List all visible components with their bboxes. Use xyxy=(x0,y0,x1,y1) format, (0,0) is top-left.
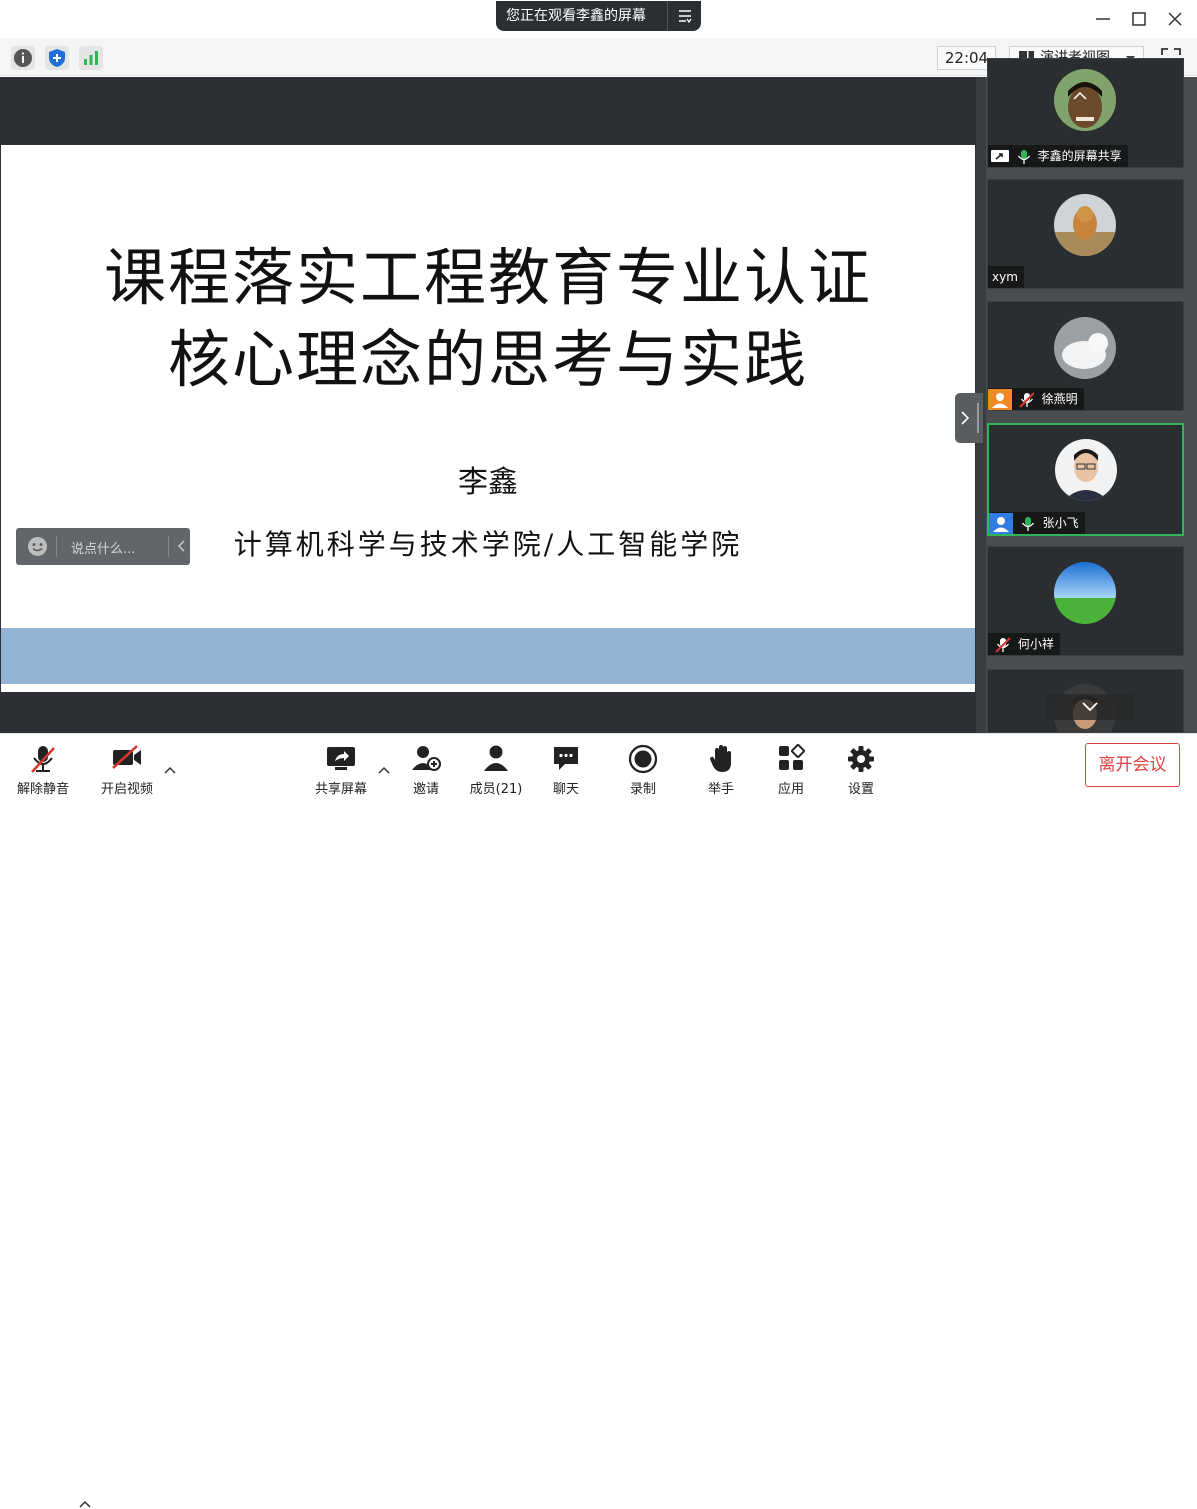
shared-screen-stage: 课程落实工程教育专业认证 核心理念的思考与实践 李鑫 计算机科学与技术学院/人工… xyxy=(0,77,976,733)
participant-tile[interactable]: 徐燕明 xyxy=(987,301,1184,411)
participant-name-bar: 何小祥 xyxy=(988,633,1060,655)
participants-button[interactable]: 成员(21) xyxy=(466,734,526,800)
banner-menu-icon[interactable] xyxy=(667,1,701,31)
chat-icon xyxy=(554,747,578,770)
maximize-icon[interactable] xyxy=(1129,9,1149,29)
chevron-left-icon[interactable] xyxy=(178,540,186,552)
collapse-gallery-button[interactable] xyxy=(955,393,983,443)
mic-on-icon xyxy=(1021,516,1034,531)
record-icon xyxy=(628,744,658,774)
apps-label: 应用 xyxy=(777,782,804,797)
avatar xyxy=(1054,194,1116,256)
chevron-up-icon[interactable] xyxy=(79,1499,91,1509)
participant-name: 徐燕明 xyxy=(1041,392,1078,406)
mic-muted-icon xyxy=(31,746,55,773)
start-video-button[interactable]: 开启视频 xyxy=(94,734,160,800)
participant-name: 李鑫的屏幕共享 xyxy=(1037,149,1122,163)
share-screen-icon xyxy=(327,747,355,770)
minimize-icon[interactable] xyxy=(1093,9,1113,29)
participant-tile[interactable]: 李鑫的屏幕共享 xyxy=(987,58,1184,168)
chevron-up-icon[interactable] xyxy=(378,765,390,775)
info-icon[interactable] xyxy=(11,46,35,70)
participant-name: 张小飞 xyxy=(1042,516,1079,530)
participant-tile[interactable]: xym xyxy=(987,179,1184,289)
settings-button[interactable]: 设置 xyxy=(833,734,889,800)
user-icon xyxy=(989,512,1013,534)
participants-icon xyxy=(484,745,508,771)
raise-hand-label: 举手 xyxy=(707,782,734,797)
mic-on-icon xyxy=(1017,149,1030,164)
security-shield-icon[interactable] xyxy=(45,46,69,70)
slide-author: 李鑫 xyxy=(458,465,518,500)
participant-name-bar: 徐燕明 xyxy=(988,388,1084,410)
record-label: 录制 xyxy=(629,782,656,797)
unmute-label: 解除静音 xyxy=(16,782,69,797)
raise-hand-icon xyxy=(709,745,731,772)
gear-icon xyxy=(848,746,874,772)
invite-button[interactable]: 邀请 xyxy=(398,734,454,800)
participant-name-bar: xym xyxy=(988,266,1024,288)
participant-tile[interactable]: 何小祥 xyxy=(987,546,1184,656)
scroll-down-button[interactable] xyxy=(1046,694,1134,720)
avatar xyxy=(1054,317,1116,379)
avatar xyxy=(1055,439,1117,501)
user-icon xyxy=(988,388,1012,410)
slide-title-line-1: 课程落实工程教育专业认证 xyxy=(103,241,872,314)
chevron-up-icon[interactable] xyxy=(164,765,176,775)
chat-label: 聊天 xyxy=(552,782,579,797)
share-screen-button[interactable]: 共享屏幕 xyxy=(308,734,374,800)
quick-chat-placeholder[interactable]: 说点什么... xyxy=(71,538,135,557)
chevron-down-icon xyxy=(1082,702,1098,712)
raise-hand-button[interactable]: 举手 xyxy=(693,734,749,800)
meeting-toolbar: 解除静音 开启视频 共享屏幕 邀请 成员(21) 聊天 录制 举手 应用 设置 xyxy=(0,733,1197,1508)
leave-meeting-button[interactable]: 离开会议 xyxy=(1085,743,1180,787)
screen-share-banner: 您正在观看李鑫的屏幕 xyxy=(496,1,701,31)
apps-button[interactable]: 应用 xyxy=(763,734,819,800)
add-user-icon xyxy=(412,746,441,771)
participant-name-bar: 张小飞 xyxy=(989,512,1085,534)
chat-button[interactable]: 聊天 xyxy=(538,734,594,800)
network-signal-icon[interactable] xyxy=(79,46,103,70)
emoji-icon[interactable] xyxy=(27,536,48,557)
camera-off-icon xyxy=(112,745,141,769)
chevron-up-icon[interactable] xyxy=(1073,91,1087,101)
close-icon[interactable] xyxy=(1165,9,1185,29)
start-video-label: 开启视频 xyxy=(100,782,153,797)
share-screen-label: 共享屏幕 xyxy=(314,782,367,797)
title-bar: 您正在观看李鑫的屏幕 xyxy=(0,0,1197,38)
presentation-slide: 课程落实工程教育专业认证 核心理念的思考与实践 李鑫 计算机科学与技术学院/人工… xyxy=(1,145,975,692)
participant-tile[interactable] xyxy=(987,669,1184,733)
apps-icon xyxy=(779,744,805,770)
participant-tile-active-speaker[interactable]: 张小飞 xyxy=(987,423,1184,536)
invite-label: 邀请 xyxy=(412,782,439,797)
slide-footer-band xyxy=(1,628,975,684)
participant-name: 何小祥 xyxy=(1017,637,1054,651)
screen-share-banner-text: 您正在观看李鑫的屏幕 xyxy=(506,8,646,24)
screen-share-icon xyxy=(991,149,1009,162)
record-button[interactable]: 录制 xyxy=(615,734,671,800)
unmute-button[interactable]: 解除静音 xyxy=(10,734,76,800)
participant-name-bar: 李鑫的屏幕共享 xyxy=(988,145,1128,167)
slide-title-line-2: 核心理念的思考与实践 xyxy=(167,323,808,396)
quick-chat-box[interactable]: 说点什么... xyxy=(16,528,190,565)
mic-muted-icon xyxy=(1019,391,1035,408)
participants-label: 成员(21) xyxy=(469,782,523,797)
settings-label: 设置 xyxy=(847,782,874,797)
chevron-right-icon xyxy=(961,411,969,425)
participant-name: xym xyxy=(992,270,1018,284)
avatar xyxy=(1054,562,1116,624)
mic-muted-icon xyxy=(995,636,1011,653)
